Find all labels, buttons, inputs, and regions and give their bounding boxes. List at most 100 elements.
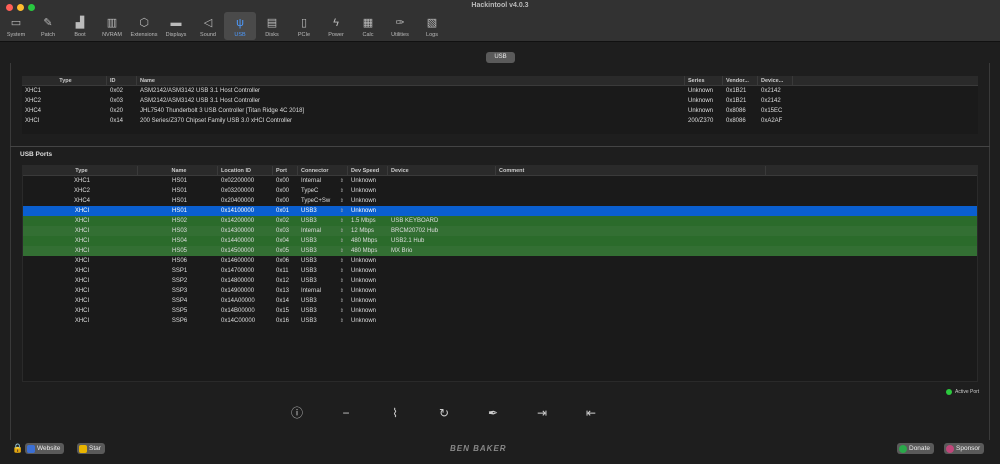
connector-value: Internal xyxy=(301,288,322,294)
connector-select[interactable]: Internal ⇕ xyxy=(298,286,348,296)
controller-row[interactable]: XHC4 0x20 JHL7540 Thunderbolt 3 USB Contro… xyxy=(22,106,978,116)
port-comment-cell[interactable] xyxy=(496,216,766,226)
controllers-col-header[interactable]: Device... xyxy=(758,76,793,85)
ports-col-header[interactable]: Name xyxy=(138,166,218,175)
port-comment-cell[interactable] xyxy=(496,176,766,186)
toolbar-pcie[interactable]: ▯ PCIe xyxy=(288,12,320,40)
port-row[interactable]: XHC2 HS01 0x03200000 0x00 TypeC ⇕ Unknown xyxy=(23,186,977,196)
port-comment-cell[interactable] xyxy=(496,246,766,256)
website-button[interactable]: Website xyxy=(25,443,65,454)
port-comment-cell[interactable] xyxy=(496,306,766,316)
toolbar-power[interactable]: ϟ Power xyxy=(320,12,352,40)
port-name-cell: SSP4 xyxy=(171,298,188,304)
connector-select[interactable]: USB3 ⇕ xyxy=(298,246,348,256)
ports-col-header[interactable]: Connector xyxy=(298,166,348,175)
donate-button[interactable]: Donate xyxy=(897,443,934,454)
port-comment-cell[interactable] xyxy=(496,316,766,326)
port-row[interactable]: XHCI HS05 0x14500000 0x05 USB3 ⇕ 480 Mbps MX Br… xyxy=(23,246,977,256)
connector-value: USB3 xyxy=(301,238,317,244)
tab-usb[interactable]: USB xyxy=(486,52,515,63)
port-row[interactable]: XHCI SSP1 0x14700000 0x11 USB3 ⇕ Unknown xyxy=(23,266,977,276)
refresh-icon[interactable]: ↻ xyxy=(437,406,451,420)
connector-select[interactable]: USB3 ⇕ xyxy=(298,276,348,286)
toolbar-label: USB xyxy=(234,32,246,38)
port-row[interactable]: XHCI SSP3 0x14900000 0x13 Internal ⇕ Unknown xyxy=(23,286,977,296)
port-row[interactable]: XHCI SSP2 0x14800000 0x12 USB3 ⇕ Unknown xyxy=(23,276,977,286)
connector-select[interactable]: TypeC+Sw ⇕ xyxy=(298,196,348,206)
controller-row[interactable]: XHC1 0x02 ASM2142/ASM3142 USB 3.1 Host Con… xyxy=(22,86,978,96)
ports-col-header[interactable]: Type xyxy=(23,166,138,175)
connector-select[interactable]: USB3 ⇕ xyxy=(298,206,348,216)
port-row[interactable]: XHCI HS01 0x14100000 0x01 USB3 ⇕ Unknown xyxy=(23,206,977,216)
ports-col-header[interactable]: Port xyxy=(273,166,298,175)
port-comment-cell[interactable] xyxy=(496,186,766,196)
port-row[interactable]: XHC4 HS01 0x20400000 0x00 TypeC+Sw ⇕ Unknown xyxy=(23,196,977,206)
port-row[interactable]: XHCI HS04 0x14400000 0x04 USB3 ⇕ 480 Mbps USB2.… xyxy=(23,236,977,246)
controller-row[interactable]: XHCI 0x14 200 Series/Z370 Chipset Family U… xyxy=(22,116,978,126)
port-comment-cell[interactable] xyxy=(496,276,766,286)
toolbar-nvram[interactable]: ▥ NVRAM xyxy=(96,12,128,40)
connector-select[interactable]: USB3 ⇕ xyxy=(298,256,348,266)
connector-select[interactable]: USB3 ⇕ xyxy=(298,306,348,316)
controllers-col-header[interactable]: ID xyxy=(107,76,137,85)
ports-col-header[interactable]: Device xyxy=(388,166,496,175)
port-row[interactable]: XHC1 HS01 0x02200000 0x00 Internal ⇕ Unknown xyxy=(23,176,977,186)
ports-col-header[interactable]: Comment xyxy=(496,166,766,175)
controller-cell: 0x02 xyxy=(110,88,124,94)
ports-col-header[interactable]: Dev Speed xyxy=(348,166,388,175)
port-device-cell xyxy=(388,316,496,326)
broom-icon[interactable]: ⌇ xyxy=(388,406,402,420)
toolbar-boot[interactable]: ▟ Boot xyxy=(64,12,96,40)
port-row[interactable]: XHCI SSP4 0x14A00000 0x14 USB3 ⇕ Unknown xyxy=(23,296,977,306)
port-device-cell: USB KEYBOARD xyxy=(391,218,439,224)
port-comment-cell[interactable] xyxy=(496,206,766,216)
port-comment-cell[interactable] xyxy=(496,196,766,206)
connector-select[interactable]: USB3 ⇕ xyxy=(298,216,348,226)
toolbar-calc[interactable]: ▦ Calc xyxy=(352,12,384,40)
import-icon[interactable]: ⇥ xyxy=(535,406,549,420)
port-comment-cell[interactable] xyxy=(496,286,766,296)
connector-select[interactable]: USB3 ⇕ xyxy=(298,296,348,306)
toolbar-usb[interactable]: ψ USB xyxy=(224,12,256,40)
export-icon[interactable]: ⇤ xyxy=(584,406,598,420)
toolbar-extensions[interactable]: ⬡ Extensions xyxy=(128,12,160,40)
connector-select[interactable]: USB3 ⇕ xyxy=(298,236,348,246)
port-row[interactable]: XHCI HS03 0x14300000 0x03 Internal ⇕ 12 Mbps BR… xyxy=(23,226,977,236)
minus-icon[interactable]: − xyxy=(339,406,353,420)
controller-row[interactable]: XHC2 0x03 ASM2142/ASM3142 USB 3.1 Host Con… xyxy=(22,96,978,106)
controllers-col-header[interactable]: Name xyxy=(137,76,685,85)
info-icon[interactable]: ⓘ xyxy=(290,406,304,420)
toolbar-sound[interactable]: ◁ Sound xyxy=(192,12,224,40)
toolbar-disks[interactable]: ▤ Disks xyxy=(256,12,288,40)
connector-select[interactable]: USB3 ⇕ xyxy=(298,266,348,276)
connector-value: USB3 xyxy=(301,218,317,224)
injector-icon[interactable]: ✒ xyxy=(486,406,500,420)
ports-col-header[interactable]: Location ID xyxy=(218,166,273,175)
toolbar-logs[interactable]: ▧ Logs xyxy=(416,12,448,40)
port-comment-cell[interactable] xyxy=(496,226,766,236)
port-comment-cell[interactable] xyxy=(496,236,766,246)
connector-value: USB3 xyxy=(301,248,317,254)
toolbar-displays[interactable]: ▬ Displays xyxy=(160,12,192,40)
connector-select[interactable]: Internal ⇕ xyxy=(298,176,348,186)
connector-select[interactable]: Internal ⇕ xyxy=(298,226,348,236)
star-button[interactable]: Star xyxy=(77,443,105,454)
port-row[interactable]: XHCI HS06 0x14600000 0x06 USB3 ⇕ Unknown xyxy=(23,256,977,266)
port-comment-cell[interactable] xyxy=(496,256,766,266)
controllers-col-header[interactable]: Vendor... xyxy=(723,76,758,85)
controllers-col-header[interactable]: Series xyxy=(685,76,723,85)
port-row[interactable]: XHCI SSP6 0x14C00000 0x16 USB3 ⇕ Unknown xyxy=(23,316,977,326)
port-row[interactable]: XHCI SSP5 0x14B00000 0x15 USB3 ⇕ Unknown xyxy=(23,306,977,316)
toolbar-patch[interactable]: ✎ Patch xyxy=(32,12,64,40)
controllers-col-header[interactable]: Type xyxy=(22,76,107,85)
connector-select[interactable]: TypeC ⇕ xyxy=(298,186,348,196)
port-comment-cell[interactable] xyxy=(496,296,766,306)
port-row[interactable]: XHCI HS02 0x14200000 0x02 USB3 ⇕ 1.5 Mbps USB K… xyxy=(23,216,977,226)
connector-select[interactable]: USB3 ⇕ xyxy=(298,316,348,326)
port-comment-cell[interactable] xyxy=(496,266,766,276)
laptop-icon: ▭ xyxy=(10,17,22,29)
toolbar-utilities[interactable]: ✑ Utilities xyxy=(384,12,416,40)
toolbar-system[interactable]: ▭ System xyxy=(0,12,32,40)
sponsor-button[interactable]: Sponsor xyxy=(944,443,985,454)
lock-icon[interactable]: 🔒 xyxy=(12,443,23,453)
